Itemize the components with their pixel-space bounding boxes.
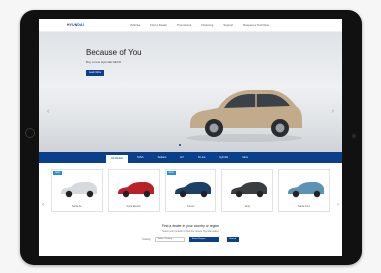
dealer-heading: Find a dealer in your country or region: [161, 224, 220, 228]
model-name: Tucson: [186, 205, 195, 208]
dealer-form: Country Select Country Select Region Sea…: [39, 237, 342, 242]
carousel-dot[interactable]: [183, 144, 185, 146]
tab-suvs[interactable]: SUVs: [132, 154, 149, 162]
hero-next-arrow-icon[interactable]: ›: [332, 108, 334, 115]
model-name: Santa Fe: [72, 205, 82, 208]
dealer-finder: Find a dealer in your country or region …: [39, 224, 342, 242]
tab-all-models[interactable]: All Models: [106, 154, 128, 163]
nav-link-vehicles[interactable]: Vehicles: [130, 23, 140, 27]
new-badge: NEW: [166, 171, 176, 175]
tablet-frame: HYUNDAI Vehicles Find a Dealer Promotion…: [20, 10, 362, 265]
model-name: Kona Electric: [126, 205, 141, 208]
camera-icon: [352, 134, 356, 138]
hero-car-image: [186, 90, 302, 142]
car-thumbnail: [117, 182, 154, 198]
carousel-dot-active[interactable]: [179, 144, 181, 146]
model-card-tucson[interactable]: NEW Tucson: [164, 169, 217, 212]
nav-link-test-drive[interactable]: Request a Test Drive: [243, 23, 269, 27]
hero-title: Because of You: [86, 48, 142, 57]
nav-link-support[interactable]: Support: [223, 23, 233, 27]
tab-vans[interactable]: Vans: [237, 154, 253, 162]
brand-logo[interactable]: HYUNDAI: [67, 23, 84, 27]
model-card-kona[interactable]: Kona Electric: [107, 169, 160, 212]
website-screen: HYUNDAI Vehicles Find a Dealer Promotion…: [39, 19, 342, 256]
dealer-description: Select your location to find the closest…: [162, 230, 219, 233]
tab-n-line[interactable]: N Line: [193, 154, 211, 162]
hero-prev-arrow-icon[interactable]: ‹: [47, 108, 49, 115]
home-button[interactable]: [25, 128, 35, 138]
country-label: Country: [142, 238, 151, 241]
models-next-arrow-icon[interactable]: ›: [337, 202, 339, 208]
nav-link-financing[interactable]: Financing: [201, 23, 213, 27]
tab-hybrids[interactable]: Hybrids: [214, 154, 233, 162]
hero-cta-button[interactable]: Learn More: [86, 70, 104, 76]
dealer-search-button[interactable]: Search: [226, 237, 239, 242]
model-name: Santa Cruz: [298, 205, 311, 208]
car-thumbnail: [231, 182, 268, 198]
model-card-santa-cruz[interactable]: Santa Cruz: [278, 169, 330, 212]
model-card-santa-fe[interactable]: NEW Santa Fe: [51, 169, 103, 212]
tab-ev[interactable]: EV: [175, 154, 188, 162]
model-card-ioniq[interactable]: Ioniq: [221, 169, 274, 212]
model-name: Ioniq: [244, 205, 250, 208]
tab-sedans[interactable]: Sedans: [153, 154, 172, 162]
carousel-dot[interactable]: [175, 144, 177, 146]
top-navigation: HYUNDAI Vehicles Find a Dealer Promotion…: [39, 19, 342, 32]
models-prev-arrow-icon[interactable]: ‹: [42, 202, 44, 208]
model-category-tabs: All Models SUVs Sedans EV N Line Hybrids…: [39, 152, 342, 163]
nav-link-promotions[interactable]: Promotions: [177, 23, 191, 27]
region-select[interactable]: Select Region: [188, 237, 219, 242]
carousel-indicators: [175, 144, 185, 146]
car-thumbnail: [61, 182, 97, 198]
car-thumbnail: [174, 182, 211, 198]
hero-subtitle: Buy a new Hyundai NEXO: [86, 60, 122, 64]
hero-banner: Because of You Buy a new Hyundai NEXO Le…: [39, 32, 342, 152]
nav-link-find-dealer[interactable]: Find a Dealer: [150, 23, 167, 27]
country-select[interactable]: Select Country: [154, 237, 185, 242]
car-thumbnail: [288, 182, 325, 198]
nav-links: Vehicles Find a Dealer Promotions Financ…: [130, 23, 269, 27]
new-badge: NEW: [53, 171, 63, 175]
model-carousel: NEW Santa Fe Kona Electric NEW Tucson Io…: [39, 163, 342, 212]
